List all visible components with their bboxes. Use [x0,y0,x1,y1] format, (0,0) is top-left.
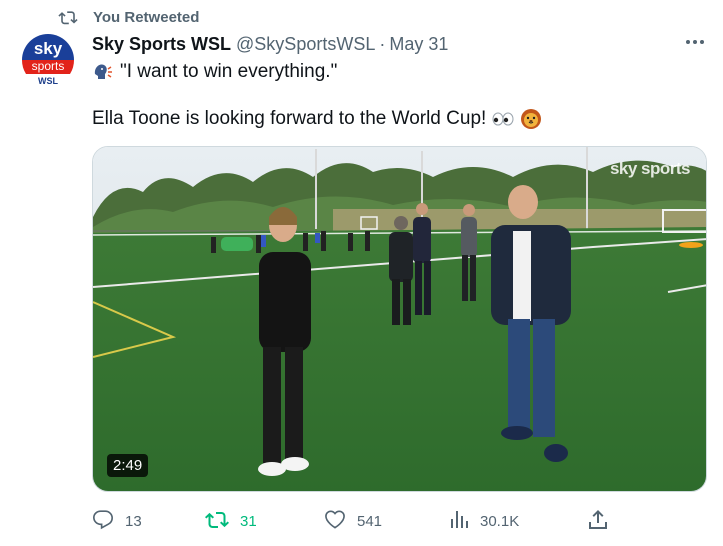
heart-icon [324,509,346,534]
retweet-icon [205,509,229,534]
reply-icon [92,508,114,535]
retweet-button[interactable]: 31 [205,508,257,534]
avatar-logo-text: sky [34,39,63,58]
video-thumbnail [93,147,706,491]
video-duration-badge: 2:49 [107,454,149,477]
more-icon[interactable] [683,30,707,54]
separator-dot: · [379,33,386,54]
reply-count: 13 [125,512,142,530]
tweet-action-bar: 13 31 541 30.1K [92,508,612,534]
tweet-text-line2: Ella Toone is looking forward to the Wor… [92,108,487,129]
tweet-text-line1: "I want to win everything." [120,61,338,82]
retweet-icon [57,7,79,27]
video-player[interactable]: sky sports 2:49 [92,146,707,492]
reply-button[interactable]: 13 [92,508,142,534]
views-button[interactable]: 30.1K [449,508,519,534]
lion-icon [520,108,542,130]
retweet-banner-label: You Retweeted [93,8,200,26]
eyes-icon [491,111,515,127]
speaking-head-icon [92,61,114,83]
views-icon [449,509,469,534]
share-button[interactable] [588,508,608,534]
video-watermark: sky sports [609,159,691,178]
avatar-logo-subtext: sports [32,59,65,73]
like-count: 541 [357,512,383,530]
like-button[interactable]: 541 [324,508,382,534]
tweet-text-line2-row: Ella Toone is looking forward to the Wor… [92,107,542,131]
retweet-count: 31 [240,512,257,530]
tweet-text-line1-row: "I want to win everything." [92,60,337,84]
author-handle[interactable]: @SkySportsWSL [236,34,375,55]
share-icon [588,508,608,535]
author-name[interactable]: Sky Sports WSL [92,34,231,55]
tweet-header: Sky Sports WSL @SkySportsWSL · May 31 [92,32,707,56]
views-count: 30.1K [480,512,520,530]
retweet-banner: You Retweeted [57,7,199,27]
avatar-sub-label: WSL [38,76,58,86]
tweet-date[interactable]: May 31 [389,34,448,55]
